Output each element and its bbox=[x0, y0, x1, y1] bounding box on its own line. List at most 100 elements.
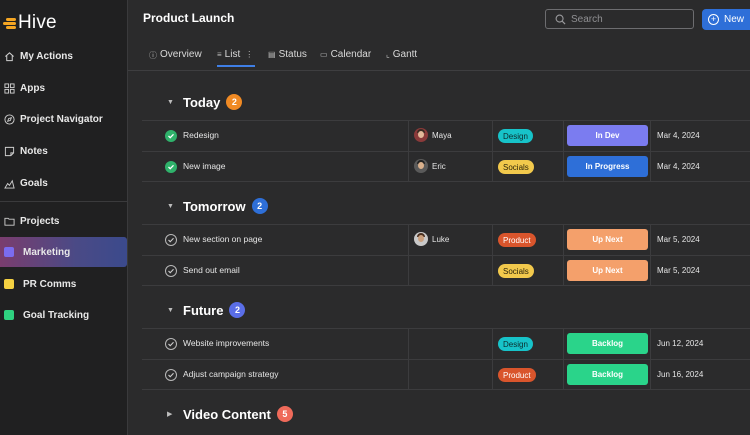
tab-calendar[interactable]: ▭ Calendar bbox=[320, 49, 371, 67]
task-row[interactable]: New image Eric Socials In Progress Mar 4… bbox=[142, 151, 750, 182]
hive-logo-icon bbox=[3, 16, 17, 30]
avatar bbox=[414, 232, 428, 246]
status-pill[interactable]: In Progress bbox=[567, 156, 648, 177]
section-header-today[interactable]: ▼ Today 2 bbox=[167, 92, 243, 112]
header: Product Launch Search + New bbox=[128, 0, 750, 38]
task-name[interactable]: Website improvements bbox=[183, 338, 269, 348]
assignee[interactable]: Luke bbox=[414, 232, 449, 246]
folder-icon bbox=[3, 215, 15, 227]
sidebar-project-goal-tracking[interactable]: Goal Tracking bbox=[0, 300, 127, 330]
sidebar-project-pr-comms[interactable]: PR Comms bbox=[0, 269, 127, 299]
open-check-icon[interactable] bbox=[165, 369, 177, 381]
chevron-right-icon[interactable]: ▶ bbox=[167, 410, 177, 418]
more-vertical-icon[interactable]: ⋮ bbox=[245, 50, 253, 59]
sidebar-item-my-actions[interactable]: My Actions bbox=[0, 41, 127, 71]
info-icon: ⓘ bbox=[149, 51, 157, 60]
open-check-icon[interactable] bbox=[165, 265, 177, 277]
assignee-name: Eric bbox=[432, 161, 446, 171]
section-header-tomorrow[interactable]: ▼ Tomorrow 2 bbox=[167, 196, 268, 216]
plus-icon: + bbox=[708, 14, 719, 25]
search-placeholder: Search bbox=[571, 13, 603, 25]
task-name[interactable]: Redesign bbox=[183, 130, 219, 140]
note-icon bbox=[3, 145, 15, 157]
new-button[interactable]: + New bbox=[702, 9, 750, 30]
label-tag[interactable]: Design bbox=[498, 337, 533, 351]
chevron-down-icon[interactable]: ▼ bbox=[167, 307, 177, 314]
page-title: Product Launch bbox=[143, 11, 235, 25]
view-tabs: ⓘ Overview ≡ List ⋮ ▤ Status ▭ Calendar ⌞ Gant… bbox=[128, 38, 750, 71]
hive-logo[interactable]: Hive bbox=[3, 10, 57, 36]
due-date[interactable]: Jun 16, 2024 bbox=[657, 370, 703, 379]
tab-gantt[interactable]: ⌞ Gantt bbox=[386, 49, 417, 67]
status-pill[interactable]: Backlog bbox=[567, 364, 648, 385]
sidebar-item-label: Apps bbox=[20, 82, 45, 94]
sidebar-item-label: Project Navigator bbox=[20, 113, 103, 125]
status-pill[interactable]: Up Next bbox=[567, 260, 648, 281]
assignee-name: Maya bbox=[432, 130, 452, 140]
section-title: Future bbox=[183, 302, 224, 318]
sidebar-item-label: Marketing bbox=[23, 246, 71, 258]
tab-label: Overview bbox=[160, 49, 202, 60]
task-name[interactable]: Send out email bbox=[183, 265, 240, 275]
sidebar-item-notes[interactable]: Notes bbox=[0, 136, 127, 166]
section-title: Tomorrow bbox=[183, 198, 246, 214]
project-color-swatch bbox=[4, 310, 14, 320]
label-tag[interactable]: Product bbox=[498, 233, 536, 247]
sidebar-item-apps[interactable]: Apps bbox=[0, 73, 127, 103]
apps-grid-icon bbox=[3, 82, 15, 94]
sidebar-project-marketing[interactable]: Marketing bbox=[0, 237, 127, 267]
status-pill[interactable]: Backlog bbox=[567, 333, 648, 354]
status-pill[interactable]: Up Next bbox=[567, 229, 648, 250]
tab-overview[interactable]: ⓘ Overview bbox=[149, 49, 202, 67]
status-pill[interactable]: In Dev bbox=[567, 125, 648, 146]
assignee[interactable]: Maya bbox=[414, 128, 452, 142]
task-name[interactable]: New section on page bbox=[183, 234, 262, 244]
task-name[interactable]: New image bbox=[183, 161, 226, 171]
task-row[interactable]: Adjust campaign strategy Product Backlog… bbox=[142, 359, 750, 390]
task-row[interactable]: Website improvements Design Backlog Jun … bbox=[142, 328, 750, 359]
task-row[interactable]: Send out email Socials Up Next Mar 5, 20… bbox=[142, 255, 750, 286]
sidebar-item-label: PR Comms bbox=[23, 278, 77, 290]
home-icon bbox=[3, 50, 15, 62]
chevron-down-icon[interactable]: ▼ bbox=[167, 99, 177, 106]
sidebar: Hive My Actions Apps Project Navigator N… bbox=[0, 0, 128, 435]
open-check-icon[interactable] bbox=[165, 338, 177, 350]
task-row[interactable]: Redesign Maya Design In Dev Mar 4, 2024 bbox=[142, 120, 750, 151]
due-date[interactable]: Mar 5, 2024 bbox=[657, 266, 700, 275]
due-date[interactable]: Mar 4, 2024 bbox=[657, 131, 700, 140]
section-count-badge: 2 bbox=[226, 94, 243, 110]
assignee[interactable]: Eric bbox=[414, 159, 446, 173]
project-color-swatch bbox=[4, 247, 14, 257]
sidebar-item-goals[interactable]: Goals bbox=[0, 168, 127, 198]
tab-status[interactable]: ▤ Status bbox=[268, 49, 307, 67]
due-date[interactable]: Mar 5, 2024 bbox=[657, 235, 700, 244]
sidebar-item-label: Notes bbox=[20, 145, 48, 157]
tab-label: List bbox=[224, 49, 241, 60]
task-name[interactable]: Adjust campaign strategy bbox=[183, 369, 278, 379]
sidebar-divider bbox=[0, 201, 127, 202]
list-icon: ≡ bbox=[217, 50, 222, 59]
label-tag[interactable]: Socials bbox=[498, 264, 534, 278]
label-tag[interactable]: Socials bbox=[498, 160, 534, 174]
sidebar-item-label: Projects bbox=[20, 215, 60, 227]
due-date[interactable]: Jun 12, 2024 bbox=[657, 339, 703, 348]
task-row[interactable]: New section on page Luke Product Up Next… bbox=[142, 224, 750, 255]
chevron-down-icon[interactable]: ▼ bbox=[167, 203, 177, 210]
app-name: Hive bbox=[18, 12, 57, 33]
completed-check-icon[interactable] bbox=[165, 130, 177, 142]
sidebar-item-projects[interactable]: Projects bbox=[0, 206, 127, 236]
section-title: Today bbox=[183, 94, 221, 110]
tab-list[interactable]: ≡ List ⋮ bbox=[217, 49, 255, 67]
search-input[interactable]: Search bbox=[545, 9, 694, 29]
label-tag[interactable]: Design bbox=[498, 129, 533, 143]
avatar bbox=[414, 128, 428, 142]
sidebar-item-label: My Actions bbox=[20, 50, 73, 62]
open-check-icon[interactable] bbox=[165, 234, 177, 246]
label-tag[interactable]: Product bbox=[498, 368, 536, 382]
section-header-future[interactable]: ▼ Future 2 bbox=[167, 300, 246, 320]
due-date[interactable]: Mar 4, 2024 bbox=[657, 162, 700, 171]
completed-check-icon[interactable] bbox=[165, 161, 177, 173]
gantt-icon: ⌞ bbox=[386, 50, 390, 59]
section-header-video-content[interactable]: ▶ Video Content 5 bbox=[167, 404, 293, 424]
sidebar-item-project-navigator[interactable]: Project Navigator bbox=[0, 104, 127, 134]
